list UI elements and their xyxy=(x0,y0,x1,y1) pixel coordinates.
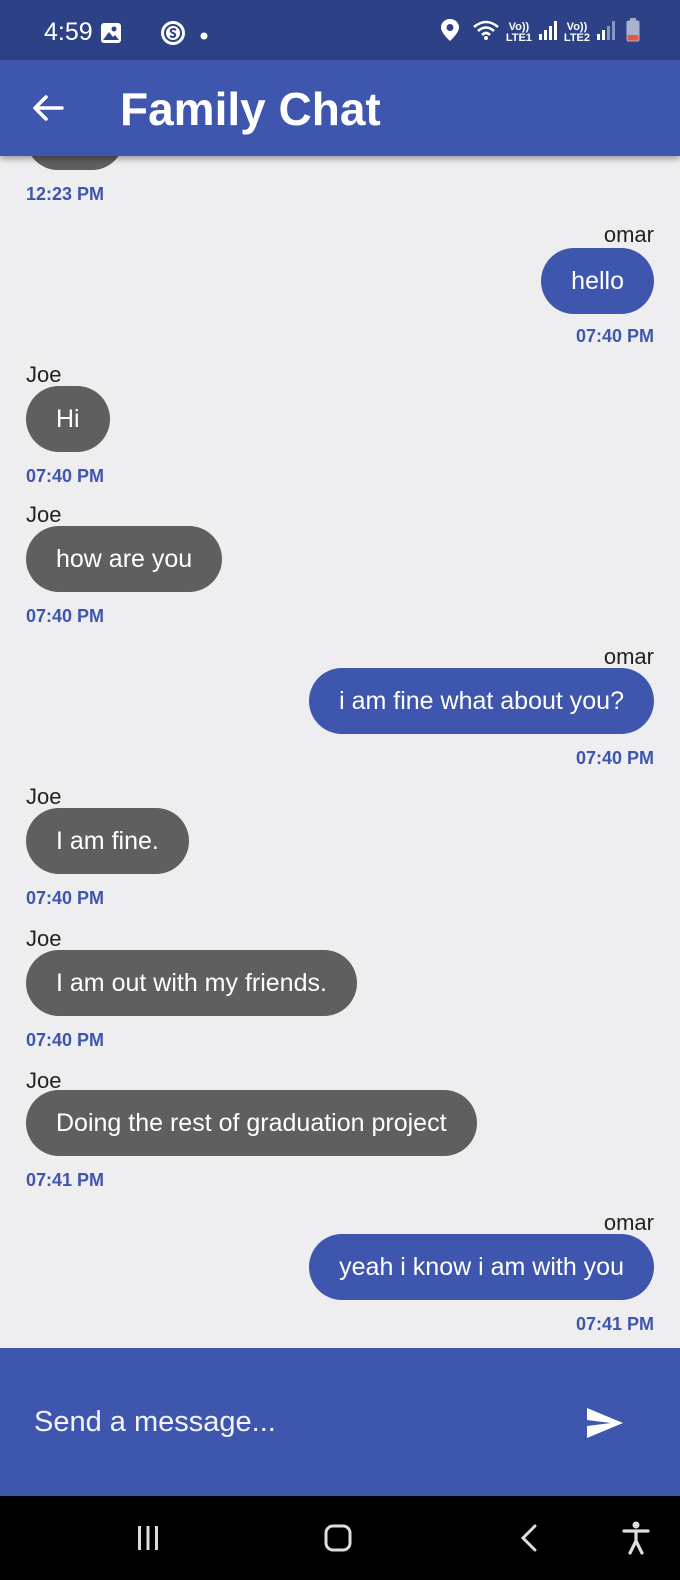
message-bubble[interactable]: how are you xyxy=(26,526,223,592)
sim2-label: Vo)) LTE2 xyxy=(563,20,590,44)
home-icon xyxy=(324,1524,352,1552)
message-sender: Joe xyxy=(26,784,62,809)
message-sender: omar xyxy=(603,1210,654,1235)
home-button[interactable] xyxy=(318,1518,358,1558)
message-item: Joe Hi 07:40 PM xyxy=(26,360,526,486)
chevron-left-icon xyxy=(520,1524,537,1552)
arrow-left-icon xyxy=(33,95,64,121)
message-sender: Joe xyxy=(26,502,62,527)
location-icon xyxy=(440,18,460,47)
message-bubble[interactable]: i am fine what about you? xyxy=(309,668,654,734)
message-time: 07:41 PM xyxy=(575,1314,654,1334)
message-bubble-partial xyxy=(26,156,124,170)
message-bubble[interactable]: I am fine. xyxy=(26,808,189,874)
status-time: 4:59 xyxy=(44,18,93,46)
accessibility-button[interactable] xyxy=(616,1518,656,1558)
message-bubble[interactable]: Hi xyxy=(26,386,110,452)
message-composer xyxy=(0,1348,680,1496)
system-back-button[interactable] xyxy=(510,1518,550,1558)
message-time: 07:40 PM xyxy=(26,606,105,626)
message-time: 07:40 PM xyxy=(575,748,654,768)
message-time: 07:40 PM xyxy=(26,1030,105,1050)
message-item: omar yeah i know i am with you 07:41 PM xyxy=(54,1208,654,1334)
signal-sim2-icon xyxy=(596,20,616,45)
message-item: Joe how are you 07:40 PM xyxy=(26,502,526,628)
system-nav-bar xyxy=(0,1496,680,1580)
sim1-label: Vo)) LTE1 xyxy=(505,20,532,44)
message-item: omar i am fine what about you? 07:40 PM xyxy=(54,642,654,768)
message-time: 07:40 PM xyxy=(26,888,105,908)
message-bubble[interactable]: yeah i know i am with you xyxy=(309,1234,654,1300)
message-bubble[interactable]: I am out with my friends. xyxy=(26,950,357,1016)
gallery-icon xyxy=(100,22,122,49)
message-sender: omar xyxy=(603,644,654,669)
accessibility-icon xyxy=(622,1521,650,1555)
send-button[interactable] xyxy=(580,1398,630,1448)
message-sender: omar xyxy=(603,222,654,247)
message-bubble[interactable]: Doing the rest of graduation project xyxy=(26,1090,477,1156)
message-item: Joe I am fine. 07:40 PM xyxy=(26,784,526,910)
message-time: 07:41 PM xyxy=(26,1170,105,1190)
wifi-icon xyxy=(472,19,500,46)
page-title: Family Chat xyxy=(120,83,381,135)
message-sender: Joe xyxy=(26,362,62,387)
message-item: omar hello 07:40 PM xyxy=(254,218,654,346)
message-item: Joe I am out with my friends. 07:40 PM xyxy=(26,926,526,1052)
recent-apps-button[interactable] xyxy=(128,1518,168,1558)
app-notification-icon xyxy=(160,20,186,51)
message-time: 07:40 PM xyxy=(26,466,105,486)
message-time: 12:23 PM xyxy=(26,184,105,204)
message-time: 07:40 PM xyxy=(575,326,654,346)
battery-icon xyxy=(626,18,640,47)
back-button[interactable] xyxy=(26,86,70,130)
recent-apps-icon xyxy=(138,1526,158,1550)
app-bar: Family Chat xyxy=(0,60,680,156)
message-input[interactable] xyxy=(22,1392,542,1452)
message-bubble[interactable]: hello xyxy=(541,248,654,314)
send-icon xyxy=(587,1408,623,1438)
notification-dot-icon xyxy=(200,27,208,45)
signal-sim1-icon xyxy=(538,20,558,45)
message-sender: Joe xyxy=(26,926,62,951)
message-list[interactable]: 12:23 PM omar hello 07:40 PM Joe Hi 07:4… xyxy=(0,156,680,1348)
message-item: Joe Doing the rest of graduation project… xyxy=(26,1068,626,1194)
status-bar: 4:59 Vo)) LTE1 Vo)) LTE2 xyxy=(0,0,680,60)
